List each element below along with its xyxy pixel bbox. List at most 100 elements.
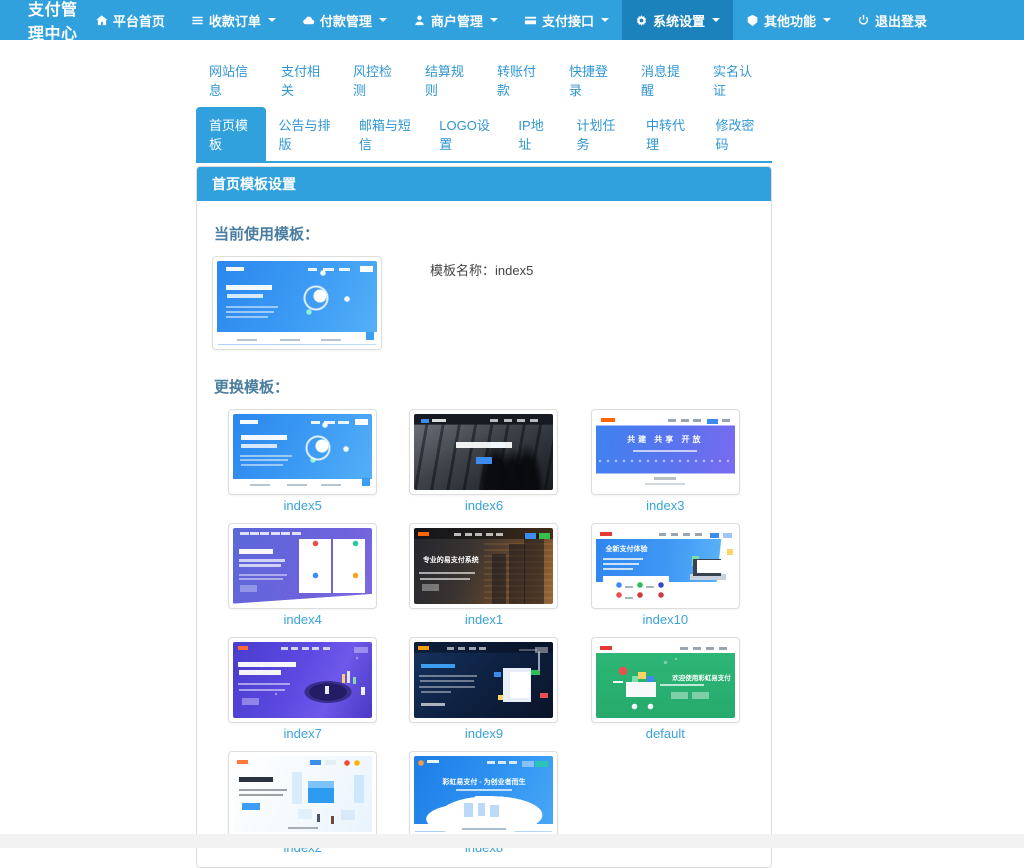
chevron-down-icon bbox=[601, 18, 609, 22]
tab-home-template[interactable]: 首页模板 bbox=[196, 107, 266, 161]
credit-card-icon bbox=[524, 14, 537, 27]
template-thumbnail[interactable] bbox=[409, 637, 558, 723]
thumbnail-caption: 共建 共享 开放 bbox=[627, 434, 703, 445]
tab-announcement-layout[interactable]: 公告与排版 bbox=[266, 107, 346, 161]
home-icon bbox=[95, 14, 108, 27]
template-grid: index5 index6 共建 共享 开放 index3 bbox=[212, 409, 756, 855]
tab-site-info[interactable]: 网站信息 bbox=[196, 55, 268, 105]
template-link[interactable]: index4 bbox=[284, 612, 322, 627]
template-link[interactable]: index7 bbox=[284, 726, 322, 741]
current-template-thumbnail[interactable] bbox=[212, 256, 382, 350]
tab-quick-login[interactable]: 快捷登录 bbox=[556, 55, 628, 105]
template-link[interactable]: index3 bbox=[646, 498, 684, 513]
template-item: index5 bbox=[212, 409, 393, 513]
tab-ip-address[interactable]: IP地址 bbox=[505, 107, 563, 161]
thumbnail-caption: 彩虹易支付 - 为创业者而生 bbox=[442, 777, 525, 787]
template-link[interactable]: index1 bbox=[465, 612, 503, 627]
main-content: 网站信息 支付相关 风控检测 结算规则 转账付款 快捷登录 消息提醒 实名认证 … bbox=[196, 55, 772, 868]
template-thumbnail[interactable]: 共建 共享 开放 bbox=[591, 409, 740, 495]
tab-message-notify[interactable]: 消息提醒 bbox=[628, 55, 700, 105]
template-link[interactable]: index6 bbox=[465, 498, 503, 513]
tab-payment-related[interactable]: 支付相关 bbox=[268, 55, 340, 105]
template-art bbox=[233, 642, 372, 718]
tab-real-name-auth[interactable]: 实名认证 bbox=[700, 55, 772, 105]
top-navbar: 支付管理中心 平台首页 收款订单 付款管理 商户管理 支付接口 系统设置 其他功… bbox=[0, 0, 1024, 40]
thumbnail-caption: 欢迎使用彩虹易支付 bbox=[672, 672, 731, 682]
template-art bbox=[233, 528, 372, 604]
list-icon bbox=[191, 14, 204, 27]
nav-item-merchant-management[interactable]: 商户管理 bbox=[400, 0, 511, 40]
nav-item-payment-orders[interactable]: 收款订单 bbox=[178, 0, 289, 40]
template-thumbnail[interactable] bbox=[228, 523, 377, 609]
template-thumbnail[interactable]: 彩虹易支付 - 为创业者而生 bbox=[409, 751, 558, 837]
template-item: index9 bbox=[393, 637, 574, 741]
nav-item-platform-home[interactable]: 平台首页 bbox=[82, 0, 178, 40]
cube-icon bbox=[746, 14, 759, 27]
template-item: index4 bbox=[212, 523, 393, 627]
template-art bbox=[217, 261, 377, 345]
template-thumbnail[interactable]: 全新支付体验 bbox=[591, 523, 740, 609]
current-template-name: 模板名称：index5 bbox=[430, 256, 533, 279]
panel-title: 首页模板设置 bbox=[197, 167, 771, 201]
nav-item-system-settings[interactable]: 系统设置 bbox=[622, 0, 733, 40]
template-item: 专业的易支付系统 index1 bbox=[393, 523, 574, 627]
tab-scheduled-tasks[interactable]: 计划任务 bbox=[563, 107, 633, 161]
current-template-row: 模板名称：index5 bbox=[212, 256, 756, 350]
chevron-down-icon bbox=[379, 18, 387, 22]
settings-tabs-row1: 网站信息 支付相关 风控检测 结算规则 转账付款 快捷登录 消息提醒 实名认证 bbox=[196, 55, 772, 105]
nav-item-logout[interactable]: 退出登录 bbox=[844, 0, 940, 40]
thumbnail-caption: 专业的易支付系统 bbox=[423, 555, 479, 565]
tab-change-password[interactable]: 修改密码 bbox=[702, 107, 772, 161]
template-link[interactable]: index10 bbox=[643, 612, 689, 627]
template-art: 欢迎使用彩虹易支付 bbox=[596, 642, 735, 718]
gear-icon bbox=[635, 14, 648, 27]
template-thumbnail[interactable] bbox=[228, 637, 377, 723]
template-art bbox=[414, 642, 553, 718]
tab-transfer-payment[interactable]: 转账付款 bbox=[484, 55, 556, 105]
tab-transit-proxy[interactable]: 中转代理 bbox=[633, 107, 703, 161]
template-link[interactable]: index9 bbox=[465, 726, 503, 741]
template-item: 欢迎使用彩虹易支付 default bbox=[575, 637, 756, 741]
thumbnail-caption: 全新支付体验 bbox=[606, 544, 648, 554]
chevron-down-icon bbox=[268, 18, 276, 22]
template-item: index7 bbox=[212, 637, 393, 741]
page-footer-band bbox=[0, 834, 1024, 848]
template-art: 全新支付体验 bbox=[596, 528, 735, 604]
navbar-menu: 平台首页 收款订单 付款管理 商户管理 支付接口 系统设置 其他功能 退出登录 bbox=[82, 0, 940, 40]
tab-logo-settings[interactable]: LOGO设置 bbox=[426, 107, 505, 161]
template-thumbnail[interactable]: 专业的易支付系统 bbox=[409, 523, 558, 609]
template-art bbox=[233, 414, 372, 490]
template-item: index6 bbox=[393, 409, 574, 513]
template-thumbnail[interactable] bbox=[409, 409, 558, 495]
settings-tabs-row2: 首页模板 公告与排版 邮箱与短信 LOGO设置 IP地址 计划任务 中转代理 修… bbox=[196, 107, 772, 163]
template-link[interactable]: index5 bbox=[284, 498, 322, 513]
template-art: 彩虹易支付 - 为创业者而生 bbox=[414, 756, 553, 832]
tab-email-sms[interactable]: 邮箱与短信 bbox=[346, 107, 426, 161]
nav-item-other-functions[interactable]: 其他功能 bbox=[733, 0, 844, 40]
tab-risk-control[interactable]: 风控检测 bbox=[340, 55, 412, 105]
template-art bbox=[233, 756, 372, 832]
template-art: 共建 共享 开放 bbox=[596, 414, 735, 490]
app-title: 支付管理中心 bbox=[0, 0, 82, 40]
current-template-heading: 当前使用模板： bbox=[214, 223, 756, 244]
chevron-down-icon bbox=[490, 18, 498, 22]
home-template-panel: 首页模板设置 当前使用模板： 模板名称：index5 更换模板： index5 bbox=[196, 166, 772, 868]
panel-body: 当前使用模板： 模板名称：index5 更换模板： index5 bbox=[197, 201, 771, 867]
template-art: 专业的易支付系统 bbox=[414, 528, 553, 604]
template-thumbnail[interactable] bbox=[228, 409, 377, 495]
nav-item-payout-management[interactable]: 付款管理 bbox=[289, 0, 400, 40]
tab-settlement-rules[interactable]: 结算规则 bbox=[412, 55, 484, 105]
template-item: 全新支付体验 index10 bbox=[575, 523, 756, 627]
power-icon bbox=[857, 14, 870, 27]
chevron-down-icon bbox=[823, 18, 831, 22]
cloud-icon bbox=[302, 14, 315, 27]
chevron-down-icon bbox=[712, 18, 720, 22]
template-link[interactable]: default bbox=[646, 726, 685, 741]
template-item: 共建 共享 开放 index3 bbox=[575, 409, 756, 513]
template-art bbox=[414, 414, 553, 490]
template-thumbnail[interactable]: 欢迎使用彩虹易支付 bbox=[591, 637, 740, 723]
user-icon bbox=[413, 14, 426, 27]
template-thumbnail[interactable] bbox=[228, 751, 377, 837]
nav-item-payment-interface[interactable]: 支付接口 bbox=[511, 0, 622, 40]
change-template-heading: 更换模板： bbox=[214, 376, 756, 397]
